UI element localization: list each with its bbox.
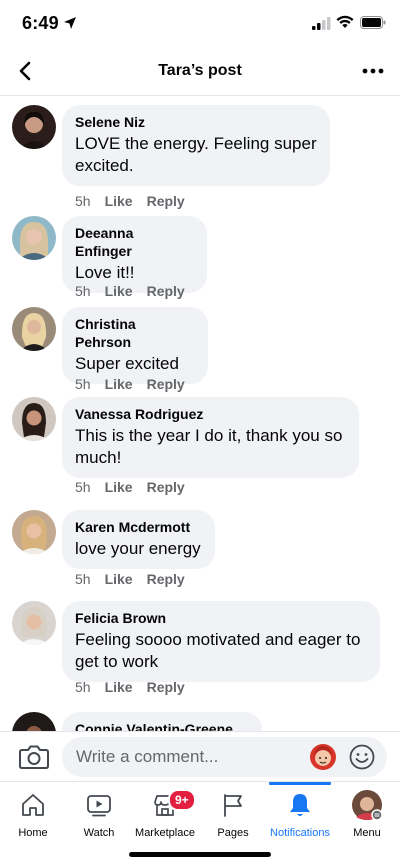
comment-author[interactable]: Christina Pehrson: [75, 315, 195, 351]
avatar-sticker-icon[interactable]: [309, 743, 337, 771]
tab-menu[interactable]: Menu: [334, 782, 400, 850]
reply-button[interactable]: Reply: [147, 479, 185, 495]
comment-time[interactable]: 5h: [75, 679, 91, 695]
comment-input[interactable]: [62, 737, 387, 777]
comment-time[interactable]: 5h: [75, 376, 91, 392]
reply-button[interactable]: Reply: [147, 283, 185, 299]
wifi-icon: [336, 15, 354, 28]
comment-bubble[interactable]: Christina Pehrson Super excited: [62, 307, 208, 384]
comment-actions: 5h Like Reply: [75, 192, 199, 210]
comments-list: Selene Niz LOVE the energy. Feeling supe…: [0, 97, 400, 731]
like-button[interactable]: Like: [105, 479, 133, 495]
status-time: 6:49: [22, 13, 59, 33]
comment-author[interactable]: Deeanna Enfinger: [75, 224, 194, 260]
post-header: Tara’s post: [0, 48, 400, 96]
comment-text: This is the year I do it, thank you so m…: [75, 426, 343, 467]
flag-icon: [224, 794, 242, 817]
battery-icon: [360, 16, 386, 29]
page-title: Tara’s post: [158, 62, 242, 79]
reply-button[interactable]: Reply: [147, 679, 185, 695]
tab-label: Notifications: [270, 827, 330, 839]
status-bar: 6:49: [0, 0, 400, 48]
tab-home[interactable]: Home: [0, 782, 66, 850]
tab-marketplace[interactable]: 9+ Marketplace: [132, 782, 198, 850]
comment-bubble[interactable]: Selene Niz LOVE the energy. Feeling supe…: [62, 105, 330, 186]
like-button[interactable]: Like: [105, 193, 133, 209]
reply-button[interactable]: Reply: [147, 193, 185, 209]
comment-author[interactable]: Karen Mcdermott: [75, 518, 202, 536]
comment-bubble[interactable]: Felicia Brown Feeling soooo motivated an…: [62, 601, 380, 682]
avatar[interactable]: [12, 510, 56, 554]
avatar[interactable]: [12, 216, 56, 260]
comment-actions: 5h Like Reply: [75, 282, 199, 300]
avatar[interactable]: [12, 712, 56, 731]
comment-time[interactable]: 5h: [75, 571, 91, 587]
comment-text: Love it!!: [75, 263, 135, 282]
bell-icon: [290, 794, 310, 816]
comment-author[interactable]: Selene Niz: [75, 113, 317, 131]
like-button[interactable]: Like: [105, 376, 133, 392]
comment-time[interactable]: 5h: [75, 479, 91, 495]
avatar[interactable]: [12, 307, 56, 351]
tab-notifications[interactable]: Notifications: [267, 782, 333, 850]
comment-actions: 5h Like Reply: [75, 375, 199, 393]
comment-actions: 5h Like Reply: [75, 478, 199, 496]
home-icon: [22, 794, 44, 816]
comment-text: love your energy: [75, 539, 201, 558]
tab-pages[interactable]: Pages: [200, 782, 266, 850]
home-indicator: [129, 852, 271, 857]
camera-icon[interactable]: [18, 742, 50, 772]
tab-label: Watch: [83, 827, 115, 839]
avatar[interactable]: [12, 105, 56, 149]
location-arrow-icon: [64, 17, 76, 29]
tab-watch[interactable]: Watch: [66, 782, 132, 850]
like-button[interactable]: Like: [105, 679, 133, 695]
more-options-icon[interactable]: [360, 58, 386, 84]
avatar[interactable]: [12, 397, 56, 441]
watch-icon: [87, 795, 111, 817]
comment-text: Super excited: [75, 354, 179, 373]
emoji-icon[interactable]: [349, 744, 375, 770]
tab-label: Menu: [353, 827, 381, 839]
notification-badge: 9+: [168, 789, 196, 811]
reply-button[interactable]: Reply: [147, 376, 185, 392]
tab-label: Marketplace: [135, 827, 195, 839]
profile-avatar-icon: [352, 790, 383, 821]
comment-bubble[interactable]: Vanessa Rodriguez This is the year I do …: [62, 397, 359, 478]
comment-text: Feeling soooo motivated and eager to get…: [75, 630, 361, 671]
cellular-signal-icon: [312, 17, 331, 30]
comment-author[interactable]: Felicia Brown: [75, 609, 367, 627]
like-button[interactable]: Like: [105, 283, 133, 299]
comment-time[interactable]: 5h: [75, 193, 91, 209]
comment-composer: [0, 731, 400, 781]
comment-author[interactable]: Vanessa Rodriguez: [75, 405, 346, 423]
comment-time[interactable]: 5h: [75, 283, 91, 299]
tab-label: Pages: [217, 827, 249, 839]
comment-actions: 5h Like Reply: [75, 570, 199, 588]
reply-button[interactable]: Reply: [147, 571, 185, 587]
tab-label: Home: [18, 827, 48, 839]
avatar[interactable]: [12, 601, 56, 645]
comment-text: LOVE the energy. Feeling super excited.: [75, 134, 317, 175]
like-button[interactable]: Like: [105, 571, 133, 587]
comment-bubble[interactable]: Connie Valentin-Greene: [62, 712, 262, 731]
comment-bubble[interactable]: Karen Mcdermott love your energy: [62, 510, 215, 569]
bottom-tab-bar: Home Watch 9+ Marketplace Pages Notifica…: [0, 781, 400, 849]
comment-actions: 5h Like Reply: [75, 678, 199, 696]
comment-author[interactable]: Connie Valentin-Greene: [75, 720, 249, 731]
